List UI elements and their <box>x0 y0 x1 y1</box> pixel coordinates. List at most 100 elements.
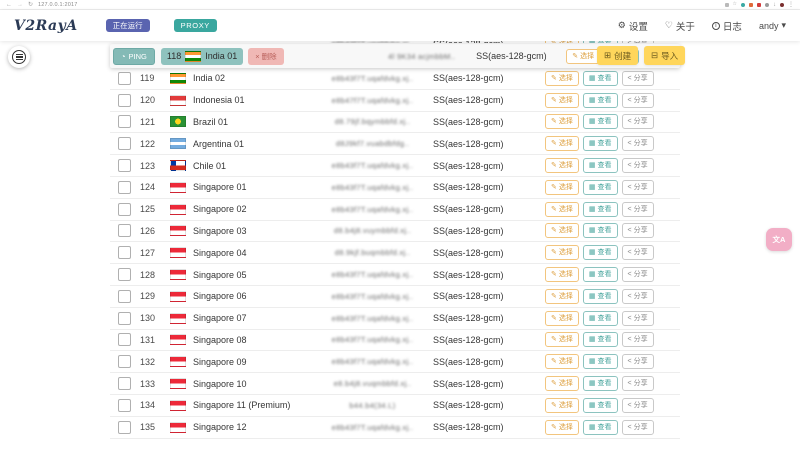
share-button[interactable]: <分享 <box>622 289 654 304</box>
settings-menu-item[interactable]: ⚙ 设置 <box>618 19 648 33</box>
row-checkbox[interactable] <box>118 72 131 85</box>
share-button[interactable]: <分享 <box>622 267 654 282</box>
import-button[interactable]: ⊟ 导入 <box>644 46 685 65</box>
share-button[interactable]: <分享 <box>622 223 654 238</box>
view-button[interactable]: ▦查看 <box>583 311 618 326</box>
view-button[interactable]: ▦查看 <box>583 180 618 195</box>
view-button[interactable]: ▦查看 <box>583 136 618 151</box>
share-button[interactable]: <分享 <box>622 114 654 129</box>
row-checkbox[interactable] <box>118 137 131 150</box>
select-button[interactable]: ✎选择 <box>545 71 579 86</box>
view-button[interactable]: ▦查看 <box>583 267 618 282</box>
share-button[interactable]: <分享 <box>622 93 654 108</box>
share-button[interactable]: <分享 <box>622 376 654 391</box>
browser-back-icon[interactable]: ← <box>6 2 12 8</box>
select-button[interactable]: ✎选择 <box>545 202 579 217</box>
extension-icon[interactable] <box>757 3 761 7</box>
select-button[interactable]: ✎选择 <box>545 289 579 304</box>
row-checkbox[interactable] <box>118 159 131 172</box>
server-address-masked: d8.9kjf.buqmbbfd.xj.. <box>320 248 425 257</box>
share-button[interactable]: <分享 <box>622 245 654 260</box>
delete-button[interactable]: × 删除 <box>248 48 283 65</box>
row-index: 135 <box>140 422 170 432</box>
user-dropdown[interactable]: andy ▾ <box>759 20 786 31</box>
select-button[interactable]: ✎选择 <box>545 245 579 260</box>
select-button[interactable]: ✎选择 <box>545 223 579 238</box>
browser-reload-icon[interactable]: ↻ <box>28 2 33 8</box>
share-button[interactable]: <分享 <box>622 420 654 435</box>
extension-icon[interactable] <box>725 3 729 7</box>
row-checkbox[interactable] <box>118 181 131 194</box>
select-button[interactable]: ✎选择 <box>545 93 579 108</box>
address-bar[interactable]: 127.0.0.1:2017 <box>38 2 78 8</box>
view-button[interactable]: ▦查看 <box>583 398 618 413</box>
table-row: 132 Singapore 09 e8b43f7T.uqafdvkg.xj.. … <box>110 351 680 373</box>
row-checkbox[interactable] <box>118 115 131 128</box>
select-button[interactable]: ✎选择 <box>545 180 579 195</box>
select-button[interactable]: ✎选择 <box>545 332 579 347</box>
share-button[interactable]: <分享 <box>622 311 654 326</box>
view-button[interactable]: ▦查看 <box>583 420 618 435</box>
select-button[interactable]: ✎选择 <box>545 354 579 369</box>
select-button[interactable]: ✎选择 <box>545 398 579 413</box>
row-checkbox[interactable] <box>118 290 131 303</box>
extension-icon[interactable] <box>741 3 745 7</box>
view-button[interactable]: ▦查看 <box>583 289 618 304</box>
share-button[interactable]: <分享 <box>622 71 654 86</box>
view-button[interactable]: ▦查看 <box>583 223 618 238</box>
select-button[interactable]: ✎选择 <box>545 114 579 129</box>
share-button[interactable]: <分享 <box>622 202 654 217</box>
row-checkbox[interactable] <box>118 355 131 368</box>
view-button[interactable]: ▦查看 <box>583 93 618 108</box>
select-button[interactable]: ✎选择 <box>566 49 600 64</box>
row-checkbox[interactable] <box>118 377 131 390</box>
bookmark-star-icon[interactable]: ☆ <box>733 2 737 7</box>
share-button[interactable]: <分享 <box>622 158 654 173</box>
extension-icon[interactable] <box>749 3 753 7</box>
select-button[interactable]: ✎选择 <box>545 267 579 282</box>
share-button[interactable]: <分享 <box>622 354 654 369</box>
share-button[interactable]: <分享 <box>622 180 654 195</box>
hovered-server-row[interactable]: ◔ PING 118 India 01 × 删除 4l 9K34 acjmbbM… <box>110 44 680 68</box>
view-button[interactable]: ▦查看 <box>583 354 618 369</box>
row-checkbox[interactable] <box>118 421 131 434</box>
row-checkbox[interactable] <box>118 203 131 216</box>
select-button[interactable]: ✎选择 <box>545 420 579 435</box>
row-checkbox[interactable] <box>118 333 131 346</box>
row-checkbox[interactable] <box>118 224 131 237</box>
log-menu-item[interactable]: i 日志 <box>712 19 742 33</box>
profile-avatar-icon[interactable] <box>780 3 784 7</box>
select-button[interactable]: ✎选择 <box>545 311 579 326</box>
share-icon: < <box>628 293 632 300</box>
floating-menu-button[interactable] <box>8 46 30 68</box>
select-button[interactable]: ✎选择 <box>545 376 579 391</box>
share-button[interactable]: <分享 <box>622 136 654 151</box>
about-menu-item[interactable]: ♡ 关于 <box>665 19 695 33</box>
view-button[interactable]: ▦查看 <box>583 114 618 129</box>
row-checkbox[interactable] <box>118 312 131 325</box>
create-button[interactable]: ⊞ 创建 <box>597 46 638 65</box>
server-name: Singapore 06 <box>193 291 247 301</box>
download-icon[interactable]: ↓ <box>773 2 776 8</box>
service-status-badge[interactable]: 正在运行 <box>106 19 150 32</box>
view-button[interactable]: ▦查看 <box>583 376 618 391</box>
row-checkbox[interactable] <box>118 246 131 259</box>
share-button[interactable]: <分享 <box>622 398 654 413</box>
row-checkbox[interactable] <box>118 94 131 107</box>
browser-menu-icon[interactable]: ⋮ <box>788 2 794 8</box>
view-button[interactable]: ▦查看 <box>583 202 618 217</box>
row-checkbox[interactable] <box>118 268 131 281</box>
select-button[interactable]: ✎选择 <box>545 136 579 151</box>
browser-forward-icon[interactable]: → <box>17 2 23 8</box>
row-checkbox[interactable] <box>118 399 131 412</box>
select-button[interactable]: ✎选择 <box>545 158 579 173</box>
proxy-mode-badge[interactable]: PROXY <box>174 19 217 32</box>
ping-button[interactable]: ◔ PING <box>113 48 155 65</box>
extension-icon[interactable] <box>765 3 769 7</box>
translate-floating-button[interactable]: 文A <box>766 228 792 251</box>
view-button[interactable]: ▦查看 <box>583 332 618 347</box>
view-button[interactable]: ▦查看 <box>583 245 618 260</box>
view-button[interactable]: ▦查看 <box>583 158 618 173</box>
view-button[interactable]: ▦查看 <box>583 71 618 86</box>
share-button[interactable]: <分享 <box>622 332 654 347</box>
